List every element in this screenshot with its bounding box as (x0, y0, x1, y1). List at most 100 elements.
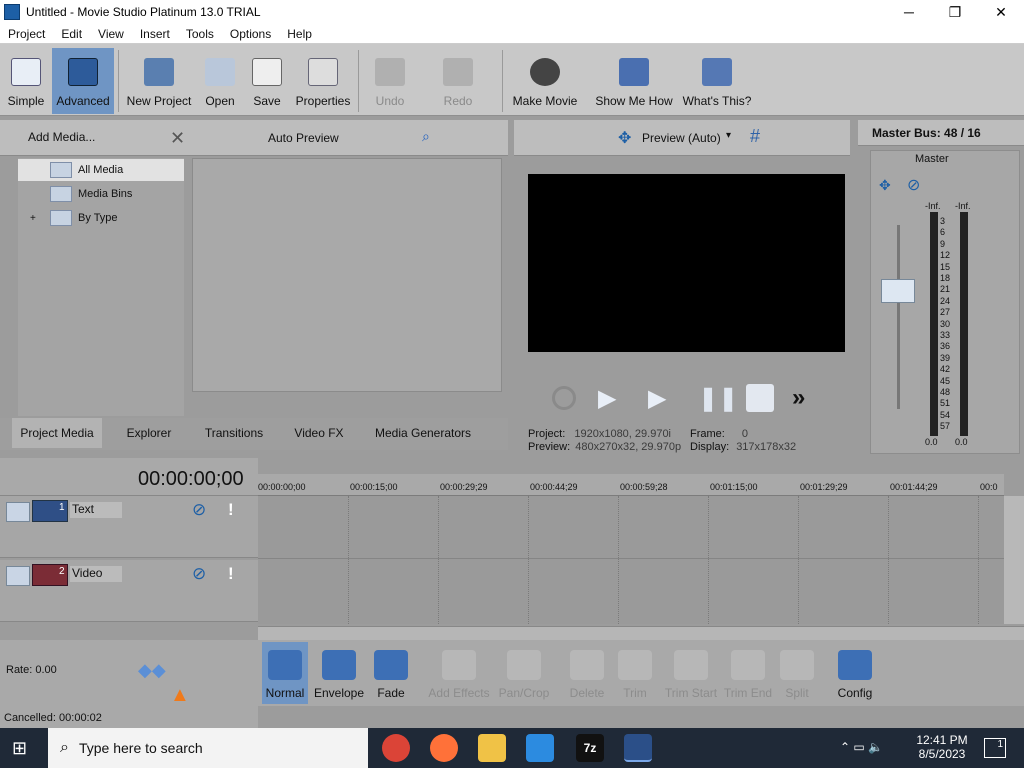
menu-options[interactable]: Options (222, 27, 279, 41)
media-folder-icon (50, 162, 72, 178)
tree-item-by-type[interactable]: + By Type (18, 207, 118, 229)
tool-trim-end[interactable]: Trim End (722, 642, 774, 704)
redo-button[interactable]: Redo (436, 48, 480, 114)
7zip-icon[interactable]: 7z (576, 734, 604, 762)
grid-icon[interactable]: # (750, 126, 760, 147)
simple-button[interactable]: Simple (4, 48, 48, 114)
open-button[interactable]: Open (200, 48, 240, 114)
show-me-how-button[interactable]: Show Me How (594, 48, 674, 114)
track-name[interactable]: Video (70, 566, 122, 582)
tab-explorer[interactable]: Explorer (112, 418, 186, 448)
movie-studio-taskbar-icon[interactable] (624, 734, 652, 762)
tool-trim[interactable]: Trim (612, 642, 658, 704)
show-me-how-icon (619, 58, 649, 86)
menu-help[interactable]: Help (279, 27, 320, 41)
ruler-label: 00:00:44;29 (530, 482, 578, 492)
meter-scale-tick: 36 (940, 341, 951, 352)
tree-item-media-bins[interactable]: Media Bins (18, 183, 132, 205)
chrome-icon[interactable] (382, 734, 410, 762)
tab-project-media[interactable]: Project Media (12, 418, 102, 448)
meter-scale-tick: 12 (940, 250, 951, 261)
expand-plus-icon[interactable]: + (30, 213, 40, 224)
vertical-scrollbar[interactable] (1004, 496, 1024, 624)
preview-mode-dropdown[interactable]: Preview (Auto) (642, 131, 721, 145)
file-explorer-icon[interactable] (478, 734, 506, 762)
mute-icon[interactable]: ⊘ (192, 564, 206, 584)
maximize-button[interactable]: ❐ (932, 0, 978, 24)
undo-button[interactable]: Undo (368, 48, 412, 114)
play-icon[interactable]: ▶ (648, 384, 666, 413)
chevron-down-icon[interactable]: ▾ (726, 130, 731, 141)
tool-label: Add Effects (428, 686, 490, 700)
advanced-button[interactable]: Advanced (52, 48, 114, 114)
media-list[interactable] (192, 158, 502, 392)
tool-pan-crop[interactable]: Pan/Crop (494, 642, 554, 704)
new-project-button[interactable]: New Project (124, 48, 194, 114)
split-icon (780, 650, 814, 680)
advanced-layout-icon (68, 58, 98, 86)
mute-icon[interactable]: ⊘ (192, 500, 206, 520)
tool-normal[interactable]: Normal (262, 642, 308, 704)
timeline-scrollbar[interactable] (258, 626, 1024, 640)
close-button[interactable]: ✕ (978, 0, 1024, 24)
tab-transitions[interactable]: Transitions (194, 418, 274, 448)
play-from-start-icon[interactable]: ▶ (598, 384, 616, 413)
tool-delete[interactable]: Delete (564, 642, 610, 704)
tool-envelope[interactable]: Envelope (312, 642, 366, 704)
menu-edit[interactable]: Edit (53, 27, 90, 41)
track-header-video[interactable]: 2 Video ⊘ ! (0, 560, 258, 622)
timeline-lanes[interactable] (258, 496, 1004, 624)
record-icon[interactable] (552, 386, 576, 410)
tree-item-all-media[interactable]: All Media (18, 159, 184, 181)
track-name[interactable]: Text (70, 502, 122, 518)
main-toolbar: Simple Advanced New Project Open Save Pr… (0, 44, 1024, 116)
make-movie-button[interactable]: Make Movie (510, 48, 580, 114)
ruler-label: 00:00:15;00 (350, 482, 398, 492)
menu-view[interactable]: View (90, 27, 132, 41)
minimize-button[interactable]: ─ (886, 0, 932, 24)
firefox-icon[interactable] (430, 734, 458, 762)
pause-icon[interactable]: ❚❚ (698, 384, 738, 413)
rate-indicator-icon: ▲ (170, 684, 190, 706)
search-icon[interactable]: ⌕ (422, 128, 430, 145)
tool-fade[interactable]: Fade (366, 642, 416, 704)
menu-insert[interactable]: Insert (132, 27, 178, 41)
clock[interactable]: 12:41 PM 8/5/2023 (912, 733, 972, 761)
windows-start-icon[interactable]: ⊞ (12, 738, 27, 759)
add-media-button[interactable]: Add Media... (28, 130, 95, 144)
menu-tools[interactable]: Tools (178, 27, 222, 41)
menu-project[interactable]: Project (0, 27, 53, 41)
track-header-text[interactable]: 1 Text ⊘ ! (0, 496, 258, 558)
tool-config[interactable]: Config (830, 642, 880, 704)
system-tray-icons[interactable]: ⌃ ▭ 🔈 (840, 740, 883, 754)
track-expand-icon[interactable] (6, 566, 30, 586)
auto-preview-button[interactable]: Auto Preview (268, 131, 339, 145)
save-button[interactable]: Save (248, 48, 286, 114)
solo-exclaim-icon[interactable]: ! (228, 564, 234, 584)
tool-trim-start[interactable]: Trim Start (660, 642, 722, 704)
rate-slider-handle[interactable]: ◆◆ (138, 660, 166, 681)
properties-button[interactable]: Properties (294, 48, 352, 114)
search-box[interactable]: ⌕ Type here to search (48, 728, 368, 768)
fader-handle[interactable] (881, 279, 915, 303)
whats-this-button[interactable]: What's This? (682, 48, 752, 114)
tool-label: Delete (569, 686, 605, 700)
fast-forward-icon[interactable]: » (792, 384, 805, 412)
tab-video-fx[interactable]: Video FX (284, 418, 354, 448)
timeline-ruler[interactable]: 00:00:00;00 00:00:15;00 00:00:29;29 00:00:4… (258, 474, 1004, 496)
stop-icon[interactable] (746, 384, 774, 412)
solo-exclaim-icon[interactable]: ! (228, 500, 234, 520)
delete-x-icon[interactable]: ✕ (170, 128, 185, 149)
fx-icon[interactable]: ✥ (879, 177, 891, 194)
mute-icon[interactable]: ⊘ (907, 175, 920, 195)
meter-scale-tick: 3 (940, 216, 946, 226)
grid-line (438, 496, 439, 624)
store-icon[interactable] (526, 734, 554, 762)
grid-line (798, 496, 799, 624)
notification-icon[interactable]: 1 (984, 738, 1006, 758)
frame-info: Frame: 0 (690, 428, 748, 440)
tab-media-generators[interactable]: Media Generators (362, 418, 484, 448)
tool-split[interactable]: Split (774, 642, 820, 704)
tool-add-effects[interactable]: Add Effects (426, 642, 492, 704)
track-expand-icon[interactable] (6, 502, 30, 522)
